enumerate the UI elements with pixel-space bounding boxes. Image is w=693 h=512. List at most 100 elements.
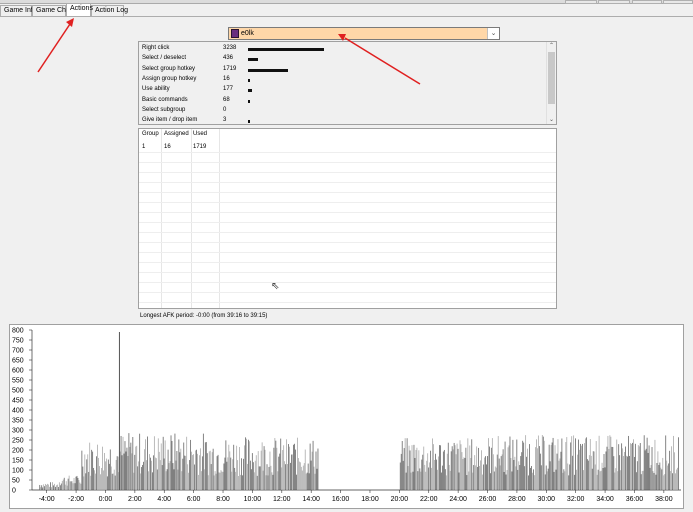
- chart-bar: [470, 458, 472, 490]
- chart-bar: [424, 464, 426, 490]
- chart-bar: [106, 476, 108, 490]
- chart-bar: [471, 439, 473, 490]
- chart-bar: [242, 475, 243, 490]
- chart-bar: [613, 456, 615, 490]
- action-stat-row[interactable]: Give item / drop item 3: [142, 116, 542, 124]
- chart-bar: [491, 438, 493, 490]
- chart-bar: [671, 446, 673, 490]
- chart-bar: [204, 442, 206, 490]
- action-stat-row[interactable]: Use ability 177: [142, 85, 542, 95]
- chart-bar: [574, 474, 576, 490]
- chart-bar: [287, 464, 288, 490]
- chart-bar: [409, 450, 411, 490]
- action-stat-row[interactable]: Right click 3238: [142, 44, 542, 54]
- chart-bar: [145, 439, 146, 490]
- chart-bar: [249, 460, 251, 490]
- chart-bar: [429, 462, 431, 490]
- chart-bar: [56, 485, 57, 490]
- chart-bar: [132, 437, 134, 490]
- chart-bar: [630, 443, 631, 490]
- x-tick-label: 38:00: [655, 496, 673, 503]
- chart-bar: [629, 455, 630, 490]
- chart-bar: [205, 442, 207, 490]
- action-stat-row[interactable]: Select group hotkey 1719: [142, 65, 542, 75]
- scroll-up-icon[interactable]: ⌃: [547, 42, 556, 50]
- chart-bar: [179, 452, 181, 490]
- chart-bar: [114, 475, 116, 490]
- table-row[interactable]: 1 16 1719: [139, 142, 556, 152]
- chart-bar: [202, 433, 204, 490]
- chart-bar: [277, 471, 279, 490]
- chart-bar: [550, 445, 552, 490]
- chart-bar: [543, 440, 545, 490]
- chart-bar: [532, 472, 533, 490]
- cell-used: 1719: [193, 144, 207, 150]
- chart-bar: [203, 469, 205, 490]
- chart-bar: [94, 470, 96, 490]
- y-tick-label: 450: [12, 398, 24, 405]
- scroll-down-icon[interactable]: ⌄: [547, 116, 556, 124]
- chart-bar: [592, 451, 594, 490]
- chart-bar: [601, 462, 603, 490]
- chart-bar: [178, 439, 180, 490]
- chart-bar: [317, 448, 319, 490]
- chart-bar: [647, 452, 649, 490]
- action-stat-bar: [248, 89, 253, 93]
- chart-bar: [92, 451, 94, 490]
- chart-bar: [427, 453, 429, 490]
- action-stat-row[interactable]: Basic commands 68: [142, 96, 542, 106]
- chevron-down-icon[interactable]: ⌄: [487, 28, 499, 39]
- chart-bar: [515, 466, 517, 490]
- chart-bar: [109, 449, 111, 490]
- chart-bar: [46, 484, 48, 490]
- tab-game-info[interactable]: Game Info: [0, 5, 37, 16]
- action-stat-row[interactable]: Select / deselect 436: [142, 54, 542, 64]
- chart-bar: [315, 451, 317, 490]
- chart-bar: [455, 454, 457, 490]
- chart-bar: [266, 464, 268, 490]
- chart-bar: [575, 438, 577, 490]
- chart-bar: [665, 435, 667, 490]
- chart-bar: [267, 475, 269, 490]
- chart-bar: [246, 438, 247, 490]
- tab-action-log[interactable]: Action Log: [91, 5, 128, 16]
- chart-bar: [252, 462, 254, 490]
- chart-bar: [243, 458, 244, 490]
- stats-scrollbar[interactable]: ⌃ ⌄: [546, 42, 556, 124]
- chart-bar: [528, 475, 529, 490]
- header-assigned[interactable]: Assigned: [164, 131, 189, 137]
- chart-bar: [547, 468, 549, 490]
- chart-bar: [638, 446, 640, 490]
- chart-bar: [146, 460, 147, 490]
- chart-bar: [632, 442, 633, 490]
- chart-bar: [303, 463, 305, 490]
- chart-bar: [282, 450, 284, 490]
- action-stat-bar: [248, 68, 289, 72]
- player-select[interactable]: e0lk ⌄: [228, 27, 500, 40]
- tab-game-chat[interactable]: Game Chat: [32, 5, 72, 16]
- scroll-thumb[interactable]: [548, 52, 555, 104]
- chart-bar: [632, 439, 634, 490]
- chart-bar: [406, 438, 408, 490]
- x-tick-label: 24:00: [449, 496, 467, 503]
- chart-bar: [298, 461, 300, 490]
- chart-bar: [496, 454, 498, 490]
- chart-bar: [611, 446, 613, 490]
- tab-actions[interactable]: Actions: [66, 3, 93, 16]
- table-gridline: [139, 232, 556, 233]
- chart-bar: [511, 471, 513, 490]
- action-stat-label: Assign group hotkey: [142, 75, 197, 82]
- chart-bar: [70, 481, 72, 490]
- header-used[interactable]: Used: [193, 131, 207, 137]
- chart-bar: [556, 453, 558, 490]
- chart-bar: [487, 456, 488, 490]
- header-group[interactable]: Group: [142, 131, 159, 137]
- action-stats-list[interactable]: Right click 3238 Select / deselect 436 Selec…: [138, 41, 557, 125]
- chart-bar: [507, 447, 509, 490]
- chart-bar: [460, 444, 462, 490]
- chart-bar: [604, 467, 606, 490]
- action-stat-row[interactable]: Assign group hotkey 16: [142, 75, 542, 85]
- chart-bar: [649, 467, 651, 490]
- action-stat-row[interactable]: Select subgroup 0: [142, 106, 542, 116]
- chart-bar: [39, 484, 41, 490]
